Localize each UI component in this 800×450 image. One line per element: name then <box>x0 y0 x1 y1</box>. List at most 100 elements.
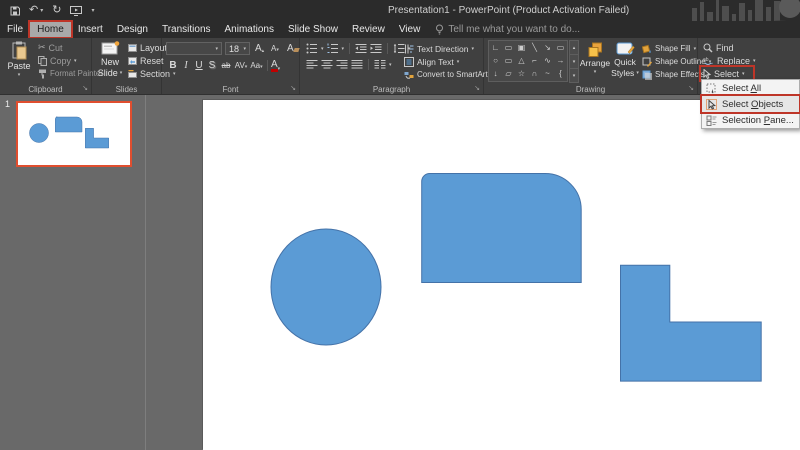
tab-view[interactable]: View <box>392 22 428 37</box>
replace-icon: ab <box>703 57 713 65</box>
align-text-button[interactable]: Align Text ▾ <box>404 55 459 68</box>
replace-button[interactable]: ab Replace ▾ <box>703 54 756 67</box>
gallery-more-icon[interactable]: ▾ <box>569 68 579 83</box>
decrease-font-size-button[interactable]: A ▾ <box>271 44 279 53</box>
slide-1-thumbnail[interactable] <box>16 101 132 167</box>
tell-me-box[interactable]: Tell me what you want to do... <box>435 24 580 35</box>
shape-gallery-item[interactable]: ↘ <box>541 41 554 54</box>
increase-font-size-button[interactable]: A ▴ <box>255 43 264 54</box>
convert-to-smartart-button[interactable]: Convert to SmartArt▾ <box>404 68 493 81</box>
menu-item-selection-pane[interactable]: Selection Pane... <box>702 112 799 128</box>
shape-gallery-item[interactable]: { <box>554 68 567 81</box>
tab-animations[interactable]: Animations <box>218 22 281 37</box>
character-spacing-button[interactable]: AV ▾ <box>234 61 248 70</box>
new-slide-icon <box>101 41 119 55</box>
shape-gallery-item[interactable]: ▣ <box>515 41 528 54</box>
shape-gallery-item[interactable]: ∟ <box>489 41 502 54</box>
group-drawing: ∟ ▭ ▣ ╲ ↘ ▭ ○ ▭ △ ⌐ ∿ → ↓ ▱ ☆ ∩ ~ { ▴ ▾ … <box>484 38 711 94</box>
shape-round-corner-rectangle[interactable] <box>421 173 582 283</box>
text-shadow-button[interactable]: S <box>206 60 218 71</box>
start-slideshow-icon[interactable] <box>70 5 83 16</box>
paste-icon <box>12 41 26 60</box>
align-center-icon[interactable] <box>321 59 333 70</box>
tab-file[interactable]: File <box>0 22 30 37</box>
shape-gallery-item[interactable]: ☆ <box>515 68 528 81</box>
clear-formatting-button[interactable]: A <box>287 43 300 54</box>
shape-gallery-item[interactable]: → <box>554 54 567 67</box>
tell-me-label: Tell me what you want to do... <box>448 24 581 35</box>
customize-qat-icon[interactable]: ▾ <box>91 7 94 14</box>
tab-insert[interactable]: Insert <box>71 22 110 37</box>
redo-icon[interactable]: ↻ <box>52 5 61 16</box>
change-case-button[interactable]: Aa ▾ <box>249 61 264 70</box>
copy-button[interactable]: Copy ▾ <box>38 54 77 67</box>
cut-button[interactable]: ✂ Cut <box>38 41 63 54</box>
menu-item-select-all[interactable]: Select All <box>702 80 799 96</box>
numbering-icon[interactable] <box>327 43 339 54</box>
columns-icon[interactable] <box>374 59 386 70</box>
save-icon[interactable] <box>10 6 20 16</box>
shape-gallery-item[interactable]: ⌐ <box>528 54 541 67</box>
shape-gallery-item[interactable]: △ <box>515 54 528 67</box>
align-right-icon[interactable] <box>336 59 348 70</box>
slides-group-label: Slides <box>115 85 138 94</box>
reset-button[interactable]: Reset <box>128 54 164 67</box>
paste-dropdown-icon[interactable]: ▾ <box>18 72 21 78</box>
shape-l-shape[interactable] <box>620 264 762 382</box>
tab-home[interactable]: Home <box>30 22 71 37</box>
arrange-button[interactable]: Arrange ▾ <box>580 42 610 75</box>
text-direction-button[interactable]: Text Direction ▾ <box>404 42 474 55</box>
shape-gallery-item[interactable]: ▭ <box>502 41 515 54</box>
shape-gallery-item[interactable]: ↓ <box>489 68 502 81</box>
tab-review[interactable]: Review <box>345 22 392 37</box>
decrease-indent-icon[interactable] <box>355 43 367 54</box>
shape-gallery-item[interactable]: ▱ <box>502 68 515 81</box>
font-size-value: 18 <box>229 43 240 54</box>
find-button[interactable]: Find <box>703 41 734 54</box>
thumb-ellipse <box>29 123 49 143</box>
shape-gallery-item[interactable]: ╲ <box>528 41 541 54</box>
copy-icon <box>38 55 47 66</box>
slide-canvas[interactable] <box>203 100 800 450</box>
menu-item-select-objects[interactable]: Select Objects <box>702 96 799 112</box>
quick-styles-button[interactable]: Quick Styles ▾ <box>610 42 640 78</box>
shape-outline-icon <box>642 57 652 67</box>
font-size-combobox[interactable]: 18 ▾ <box>225 42 250 55</box>
drawing-dialog-launcher-icon[interactable]: ↘ <box>688 85 694 93</box>
increase-indent-icon[interactable] <box>370 43 382 54</box>
paste-button[interactable]: Paste ▾ <box>4 41 34 78</box>
underline-button[interactable]: U <box>193 60 205 71</box>
tab-slide-show[interactable]: Slide Show <box>281 22 345 37</box>
clipboard-dialog-launcher-icon[interactable]: ↘ <box>82 85 88 93</box>
clipboard-group-label: Clipboard <box>28 85 63 94</box>
font-name-combobox[interactable]: ▾ <box>166 42 222 55</box>
shape-gallery-item[interactable]: ○ <box>489 54 502 67</box>
shape-ellipse[interactable] <box>270 228 382 346</box>
undo-dropdown-icon[interactable]: ▾ <box>40 7 43 14</box>
ribbon-tab-bar: File Home Insert Design Transitions Anim… <box>0 21 800 38</box>
align-left-icon[interactable] <box>306 59 318 70</box>
bullets-icon[interactable] <box>306 43 318 54</box>
paragraph-dialog-launcher-icon[interactable]: ↘ <box>474 85 480 93</box>
shape-gallery-item[interactable]: ∩ <box>528 68 541 81</box>
shape-gallery-item[interactable]: ▭ <box>554 41 567 54</box>
shape-gallery-item[interactable]: ▭ <box>502 54 515 67</box>
font-color-button[interactable]: A ▾ <box>271 59 280 72</box>
undo-button[interactable]: ↶ ▾ <box>29 5 43 16</box>
shape-fill-button[interactable]: Shape Fill ▾ <box>642 42 696 55</box>
shape-gallery-item[interactable]: ~ <box>541 68 554 81</box>
tab-transitions[interactable]: Transitions <box>155 22 218 37</box>
strikethrough-button[interactable]: ab <box>219 61 233 70</box>
italic-button[interactable]: I <box>180 60 192 71</box>
paragraph-group-label: Paragraph <box>372 85 411 94</box>
shape-gallery-item[interactable]: ∿ <box>541 54 554 67</box>
font-dialog-launcher-icon[interactable]: ↘ <box>290 85 296 93</box>
shape-gallery-scrollbar: ▴ ▾ ▾ <box>569 40 579 83</box>
tab-design[interactable]: Design <box>110 22 155 37</box>
bold-button[interactable]: B <box>167 60 179 71</box>
new-slide-button[interactable]: New Slide ▾ <box>94 41 126 78</box>
justify-icon[interactable] <box>351 59 363 70</box>
select-dropdown-menu: Select All Select Objects Selection Pane… <box>701 79 800 129</box>
gallery-scroll-down-icon[interactable]: ▾ <box>569 54 579 69</box>
gallery-scroll-up-icon[interactable]: ▴ <box>569 40 579 55</box>
